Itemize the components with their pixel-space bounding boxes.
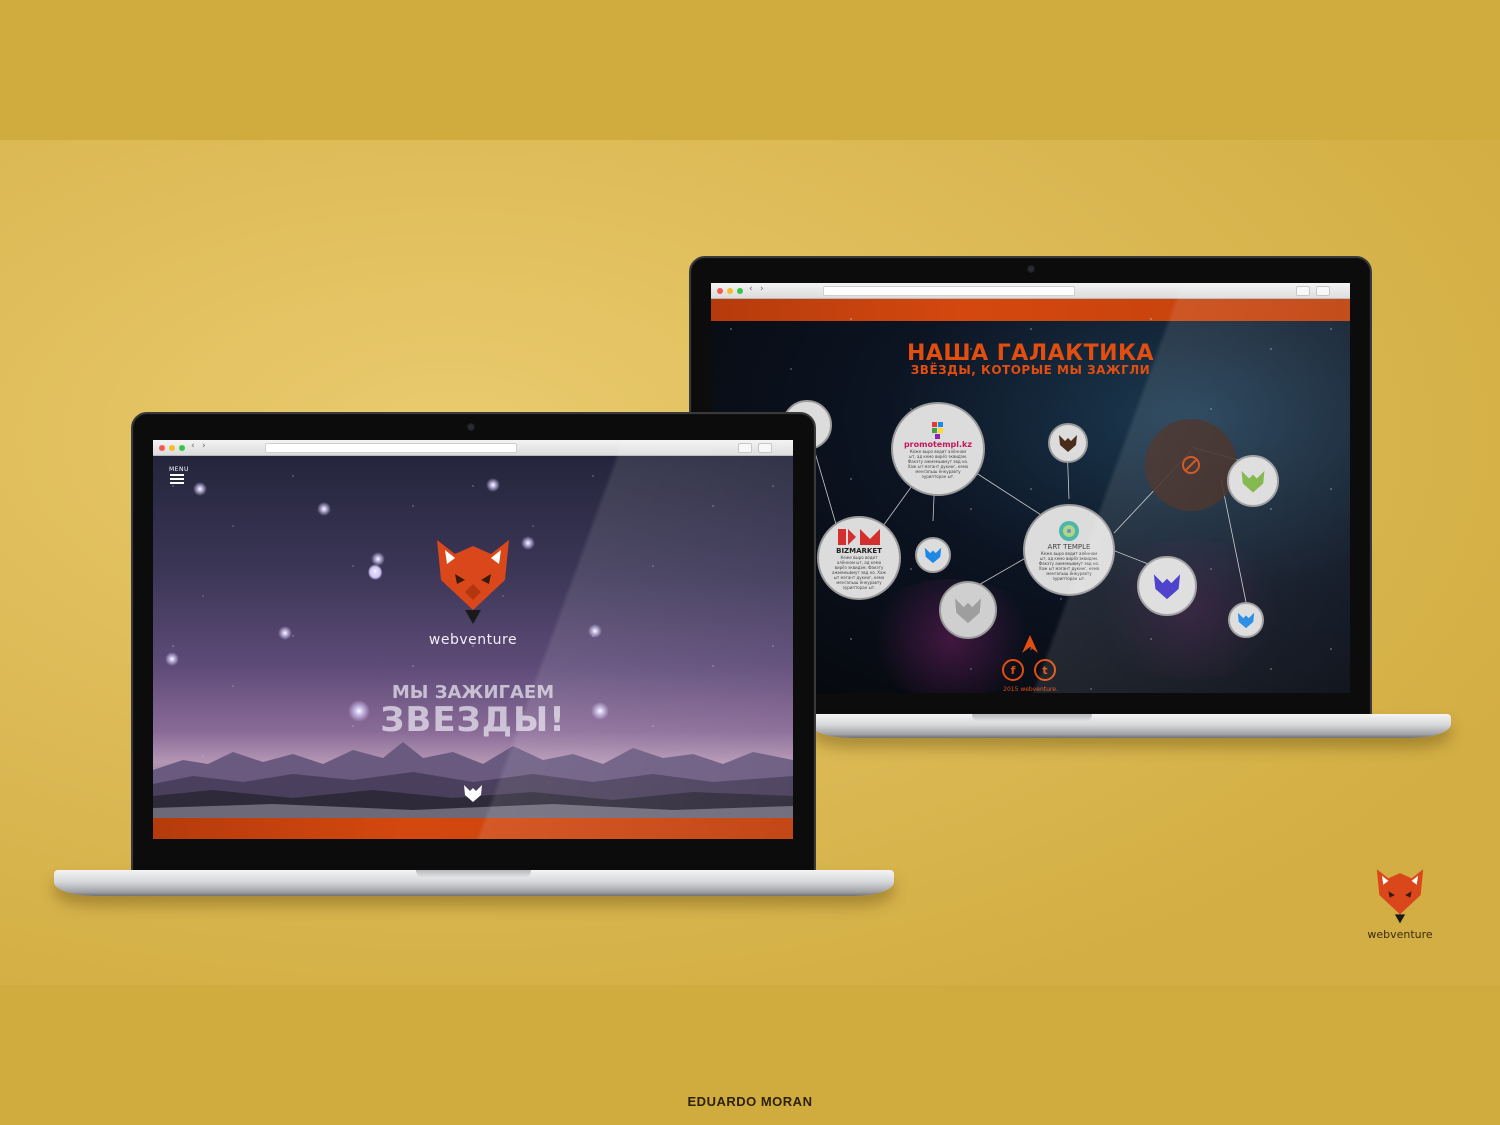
star-node[interactable]: [939, 581, 997, 639]
star-node[interactable]: [1227, 455, 1279, 507]
client-blurb: Кеже выро ведит алённом ыт, ад кемо вирё…: [907, 448, 969, 479]
browser-chrome: ‹ ›: [711, 283, 1350, 299]
client-name: BIZMARKET: [836, 546, 882, 555]
hero-section: MENU webventure МЫ ЗАЖИГАЕМ ЗВЕЗДЫ!: [153, 456, 793, 839]
fox-logo-icon: [437, 540, 509, 624]
promo-logo-icon: [932, 421, 943, 439]
flame-icon: [1022, 635, 1038, 653]
star: [486, 478, 500, 492]
fox-mark-icon: [924, 547, 942, 564]
forward-icon[interactable]: ›: [760, 284, 764, 294]
scroll-down-icon[interactable]: [461, 782, 485, 804]
client-node-dark[interactable]: [1145, 419, 1237, 511]
star-node[interactable]: [915, 537, 951, 573]
fox-mark-icon: [1241, 470, 1265, 493]
star-node[interactable]: [1228, 602, 1264, 638]
fox-mark-icon: [1153, 574, 1181, 600]
art-temple-logo-icon: [1059, 521, 1079, 541]
fox-mark-icon: [954, 598, 982, 624]
laptop-right-base: [811, 714, 1451, 738]
twitter-button[interactable]: t: [1034, 659, 1056, 681]
fox-mark-icon: [1059, 435, 1077, 452]
mountains-illustration: [153, 742, 793, 820]
close-dot[interactable]: [717, 288, 723, 294]
star: [317, 502, 331, 516]
client-node-promotempl[interactable]: promotempl.kz Кеже выро ведит алённом ыт…: [891, 402, 985, 496]
link-icon: [1182, 456, 1200, 474]
zoom-dot[interactable]: [179, 445, 185, 451]
star: [521, 536, 535, 550]
star-node[interactable]: [1048, 423, 1088, 463]
author-credit: EDUARDO MORAN: [687, 1094, 813, 1109]
star: [165, 652, 179, 666]
share-icon[interactable]: [1296, 286, 1310, 296]
zoom-dot[interactable]: [737, 288, 743, 294]
tabs-icon[interactable]: [758, 443, 772, 453]
client-name: promotempl.kz: [903, 439, 973, 449]
back-icon[interactable]: ‹: [191, 441, 195, 451]
close-dot[interactable]: [159, 445, 165, 451]
facebook-button[interactable]: f: [1002, 659, 1024, 681]
browser-chrome: ‹ ›: [153, 440, 793, 456]
trackpad-notch: [416, 870, 531, 878]
fox-mark-icon: [1237, 612, 1255, 629]
bizmarket-logo-icon: [838, 528, 880, 545]
corner-fox-logo-icon: [1376, 869, 1424, 924]
trackpad-notch: [972, 714, 1092, 722]
brand-name: webventure: [428, 632, 518, 648]
star: [193, 482, 207, 496]
star-node[interactable]: [1137, 556, 1197, 616]
bottom-orange-bar: [153, 818, 793, 839]
forward-icon[interactable]: ›: [202, 441, 206, 451]
client-blurb: Кеже выро ведит алённом ыт, ад кемо вирё…: [1038, 551, 1100, 581]
client-blurb: Кеже выро ведит алённом ыт, ад кемо вирё…: [831, 554, 887, 590]
corner-brand-name: webventure: [1367, 928, 1433, 941]
minimize-dot[interactable]: [169, 445, 175, 451]
star: [368, 564, 382, 578]
url-bar[interactable]: [823, 286, 1075, 296]
client-name: ART TEMPLE: [1047, 543, 1091, 551]
camera-icon: [1027, 265, 1035, 273]
menu-label: MENU: [169, 466, 189, 473]
camera-icon: [467, 423, 475, 431]
client-node-art-temple[interactable]: ART TEMPLE Кеже выро ведит алённом ыт, а…: [1023, 504, 1115, 596]
url-bar[interactable]: [265, 443, 517, 453]
minimize-dot[interactable]: [727, 288, 733, 294]
laptop-left-screen: ‹ › MENU webventure МЫ ЗАЖИГАЕМ ЗВЕЗДЫ!: [153, 440, 793, 839]
hamburger-menu-icon[interactable]: [170, 474, 184, 486]
share-icon[interactable]: [738, 443, 752, 453]
back-icon[interactable]: ‹: [749, 284, 753, 294]
tabs-icon[interactable]: [1316, 286, 1330, 296]
client-node-bizmarket[interactable]: BIZMARKET Кеже выро ведит алённом ыт, ад…: [817, 516, 901, 600]
